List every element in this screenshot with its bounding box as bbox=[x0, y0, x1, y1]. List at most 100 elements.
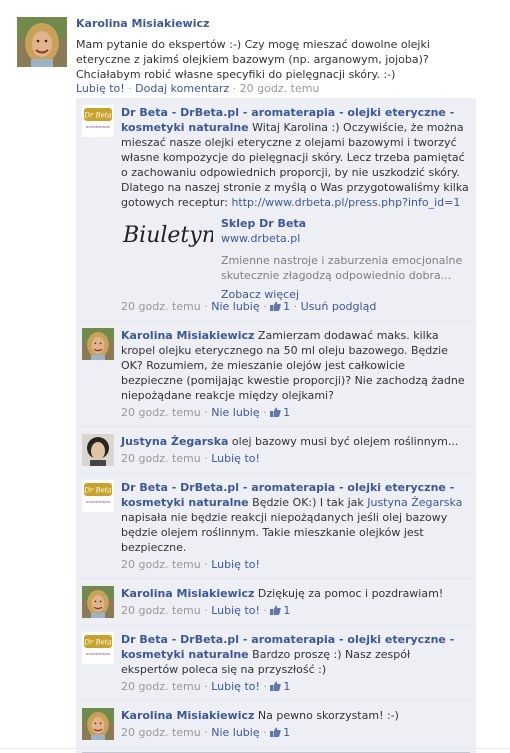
comment-time: 20 godz. temu bbox=[121, 558, 201, 571]
like-count-value: 1 bbox=[283, 604, 291, 617]
comment-body: napisała nie będzie reakcji niepożądanyc… bbox=[121, 511, 448, 554]
comment-meta: 20 godz. temu · Nie lubię · 1 bbox=[121, 406, 470, 420]
author-avatar[interactable] bbox=[82, 708, 114, 740]
preview-domain[interactable]: www.drbeta.pl bbox=[221, 231, 471, 246]
comment-text: Karolina Misiakiewicz Zamierzam dodawać … bbox=[121, 328, 470, 403]
comment-time: 20 godz. temu bbox=[121, 300, 201, 313]
comment: Karolina Misiakiewicz Na pewno skorzysta… bbox=[76, 701, 476, 747]
comment-author[interactable]: Karolina Misiakiewicz bbox=[121, 587, 254, 600]
comment: Dr Beta aromaterapia Dr Beta - DrBeta.pl… bbox=[76, 98, 476, 321]
separator: · bbox=[204, 604, 208, 617]
comment-body: Dziękuję za pomoc i pozdrawiam! bbox=[254, 587, 444, 600]
like-count[interactable]: 1 bbox=[270, 406, 290, 419]
post-actions: Lubię to! · Dodaj komentarz · 20 godz. t… bbox=[76, 82, 319, 96]
comment: Karolina Misiakiewicz Dziękuję za pomoc … bbox=[76, 579, 476, 625]
thumbs-up-icon bbox=[270, 605, 281, 615]
preview-title[interactable]: Sklep Dr Beta bbox=[221, 216, 471, 231]
like-link[interactable]: Lubię to! bbox=[211, 452, 260, 465]
separator: · bbox=[263, 680, 267, 693]
separator: · bbox=[232, 82, 237, 95]
like-link[interactable]: Lubię to! bbox=[76, 82, 125, 95]
comment-author[interactable]: Karolina Misiakiewicz bbox=[121, 329, 254, 342]
mention-link[interactable]: Justyna Żegarska bbox=[367, 496, 462, 509]
like-link[interactable]: Lubię to! bbox=[211, 604, 260, 617]
preview-image-text: Biuletyn bbox=[122, 223, 213, 248]
comment-text: Karolina Misiakiewicz Na pewno skorzysta… bbox=[121, 708, 470, 723]
comment-meta: 20 godz. temu · Lubię to! bbox=[121, 558, 470, 572]
comment-author[interactable]: Karolina Misiakiewicz bbox=[121, 709, 254, 722]
comment: Karolina Misiakiewicz Zamierzam dodawać … bbox=[76, 321, 476, 427]
separator: · bbox=[263, 726, 267, 739]
drbeta-avatar[interactable]: Dr Beta aromaterapia bbox=[82, 105, 114, 137]
comment-body: Będzie OK:) I tak jak bbox=[248, 496, 368, 509]
like-count[interactable]: 1 bbox=[270, 726, 290, 739]
drbeta-logo-text: Dr Beta bbox=[83, 112, 111, 120]
like-count-value: 1 bbox=[283, 680, 291, 693]
thumbs-up-icon bbox=[270, 681, 281, 691]
author-avatar[interactable] bbox=[17, 17, 67, 67]
see-more-link[interactable]: Zobacz więcej bbox=[221, 287, 471, 302]
separator: · bbox=[263, 604, 267, 617]
comment-meta: 20 godz. temu · Nie lubię · 1 · Usuń pod… bbox=[121, 300, 470, 314]
post-timestamp: 20 godz. temu bbox=[239, 82, 320, 95]
separator: · bbox=[263, 406, 267, 419]
drbeta-logo-text: Dr Beta bbox=[83, 487, 111, 495]
preview-description: Zmienne nastroje i zaburzenia emocjonaln… bbox=[221, 254, 463, 282]
like-count-value: 1 bbox=[283, 406, 291, 419]
separator: · bbox=[204, 680, 208, 693]
separator: · bbox=[204, 726, 208, 739]
like-count-value: 1 bbox=[283, 726, 291, 739]
comment-meta: 20 godz. temu · Lubię to! · 1 bbox=[121, 604, 470, 618]
comment-time: 20 godz. temu bbox=[121, 726, 201, 739]
comment-text: Dr Beta - DrBeta.pl - aromaterapia - ole… bbox=[121, 480, 470, 555]
drbeta-avatar[interactable]: Dr Beta aromaterapia bbox=[82, 480, 114, 512]
post-text: Mam pytanie do ekspertów :-) Czy mogę mi… bbox=[76, 38, 430, 81]
comment-meta: 20 godz. temu · Lubię to! bbox=[121, 452, 470, 466]
unlike-link[interactable]: Nie lubię bbox=[211, 406, 259, 419]
drbeta-avatar[interactable]: Dr Beta aromaterapia bbox=[82, 632, 114, 664]
comment-meta: 20 godz. temu · Lubię to! · 1 bbox=[121, 680, 470, 694]
like-link[interactable]: Lubię to! bbox=[211, 680, 260, 693]
drbeta-logo-sub: aromaterapia bbox=[86, 500, 110, 504]
post-author[interactable]: Karolina Misiakiewicz bbox=[76, 17, 496, 31]
drbeta-logo-sub: aromaterapia bbox=[86, 652, 110, 656]
comments-list: Dr Beta aromaterapia Dr Beta - DrBeta.pl… bbox=[76, 98, 476, 753]
bottom-divider bbox=[0, 748, 510, 749]
preview-image[interactable]: Biuletyn bbox=[121, 218, 216, 248]
comment-author[interactable]: Justyna Żegarska bbox=[121, 435, 228, 448]
comment-text: Karolina Misiakiewicz Dziękuję za pomoc … bbox=[121, 586, 470, 601]
like-count[interactable]: 1 bbox=[270, 604, 290, 617]
comment-time: 20 godz. temu bbox=[121, 406, 201, 419]
comment-time: 20 godz. temu bbox=[121, 452, 201, 465]
drbeta-logo-text: Dr Beta bbox=[83, 639, 111, 647]
comment-text: Dr Beta - DrBeta.pl - aromaterapia - ole… bbox=[121, 632, 470, 677]
preview-info: Sklep Dr Beta www.drbeta.pl Zmienne nast… bbox=[221, 216, 471, 302]
separator: · bbox=[204, 452, 208, 465]
author-avatar[interactable] bbox=[82, 328, 114, 360]
separator: · bbox=[128, 82, 132, 95]
author-avatar[interactable] bbox=[82, 586, 114, 618]
comment-body: Na pewno skorzystam! :-) bbox=[254, 709, 399, 722]
drbeta-logo-sub: aromaterapia bbox=[86, 125, 110, 129]
link-preview: Biuletyn Sklep Dr Beta www.drbeta.pl Zmi… bbox=[121, 216, 470, 301]
thumbs-up-icon bbox=[270, 301, 281, 311]
unlike-link[interactable]: Nie lubię bbox=[211, 726, 259, 739]
comment: Dr Beta aromaterapia Dr Beta - DrBeta.pl… bbox=[76, 625, 476, 701]
comment-time: 20 godz. temu bbox=[121, 604, 201, 617]
separator: · bbox=[204, 300, 208, 313]
comment: Dr Beta aromaterapia Dr Beta - DrBeta.pl… bbox=[76, 473, 476, 579]
comment-time: 20 godz. temu bbox=[121, 680, 201, 693]
like-count[interactable]: 1 bbox=[270, 680, 290, 693]
thumbs-up-icon bbox=[270, 727, 281, 737]
comment-url-link[interactable]: http://www.drbeta.pl/press.php?info_id=1 bbox=[231, 196, 460, 209]
separator: · bbox=[204, 406, 208, 419]
author-avatar[interactable] bbox=[82, 434, 114, 466]
comment-text: Dr Beta - DrBeta.pl - aromaterapia - ole… bbox=[121, 105, 470, 210]
comment: Justyna Żegarska olej bazowy musi być ol… bbox=[76, 427, 476, 473]
separator: · bbox=[204, 558, 208, 571]
add-comment-link[interactable]: Dodaj komentarz bbox=[135, 82, 229, 95]
comment-meta: 20 godz. temu · Nie lubię · 1 bbox=[121, 726, 470, 740]
thumbs-up-icon bbox=[270, 407, 281, 417]
like-link[interactable]: Lubię to! bbox=[211, 558, 260, 571]
comment-body: olej bazowy musi być olejem roślinnym... bbox=[228, 435, 459, 448]
